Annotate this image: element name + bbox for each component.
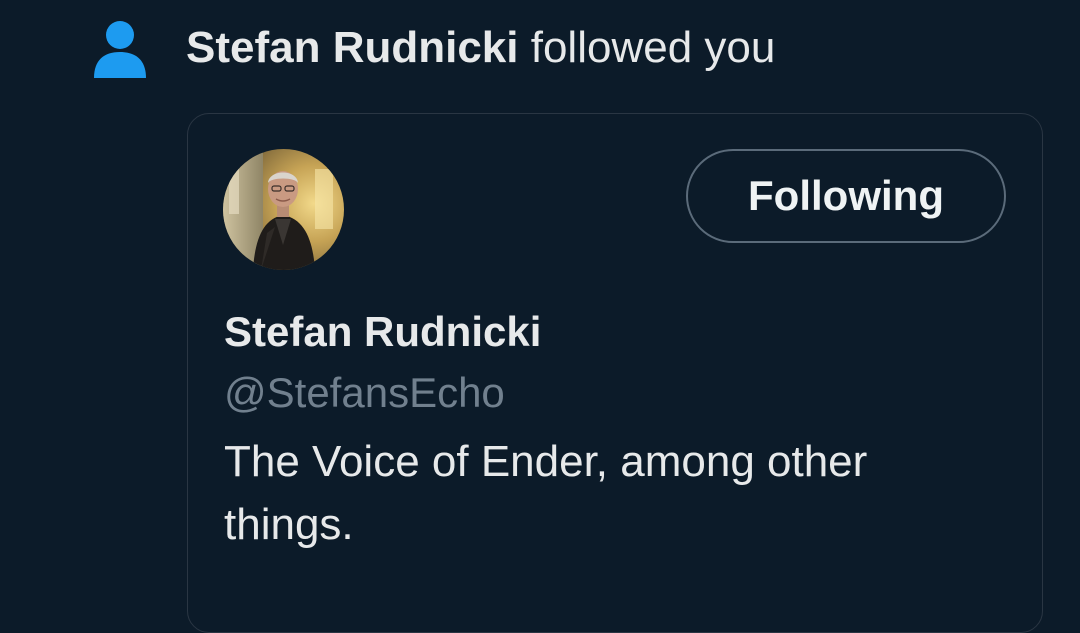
display-name[interactable]: Stefan Rudnicki xyxy=(224,306,541,358)
avatar[interactable] xyxy=(223,149,344,270)
action-text: followed you xyxy=(530,23,776,72)
person-icon xyxy=(94,21,146,78)
user-handle[interactable]: @StefansEcho xyxy=(224,367,505,419)
avatar-photo xyxy=(223,149,344,270)
following-button[interactable]: Following xyxy=(686,149,1006,243)
notification-headline: Stefan Rudnicki followed you xyxy=(186,20,775,76)
actor-name[interactable]: Stefan Rudnicki xyxy=(186,23,519,72)
user-bio: The Voice of Ender, among other things. xyxy=(224,437,868,549)
follow-notification[interactable]: Stefan Rudnicki followed you Following S… xyxy=(0,0,1080,633)
user-card[interactable]: Following Stefan Rudnicki @StefansEcho T… xyxy=(187,113,1043,633)
